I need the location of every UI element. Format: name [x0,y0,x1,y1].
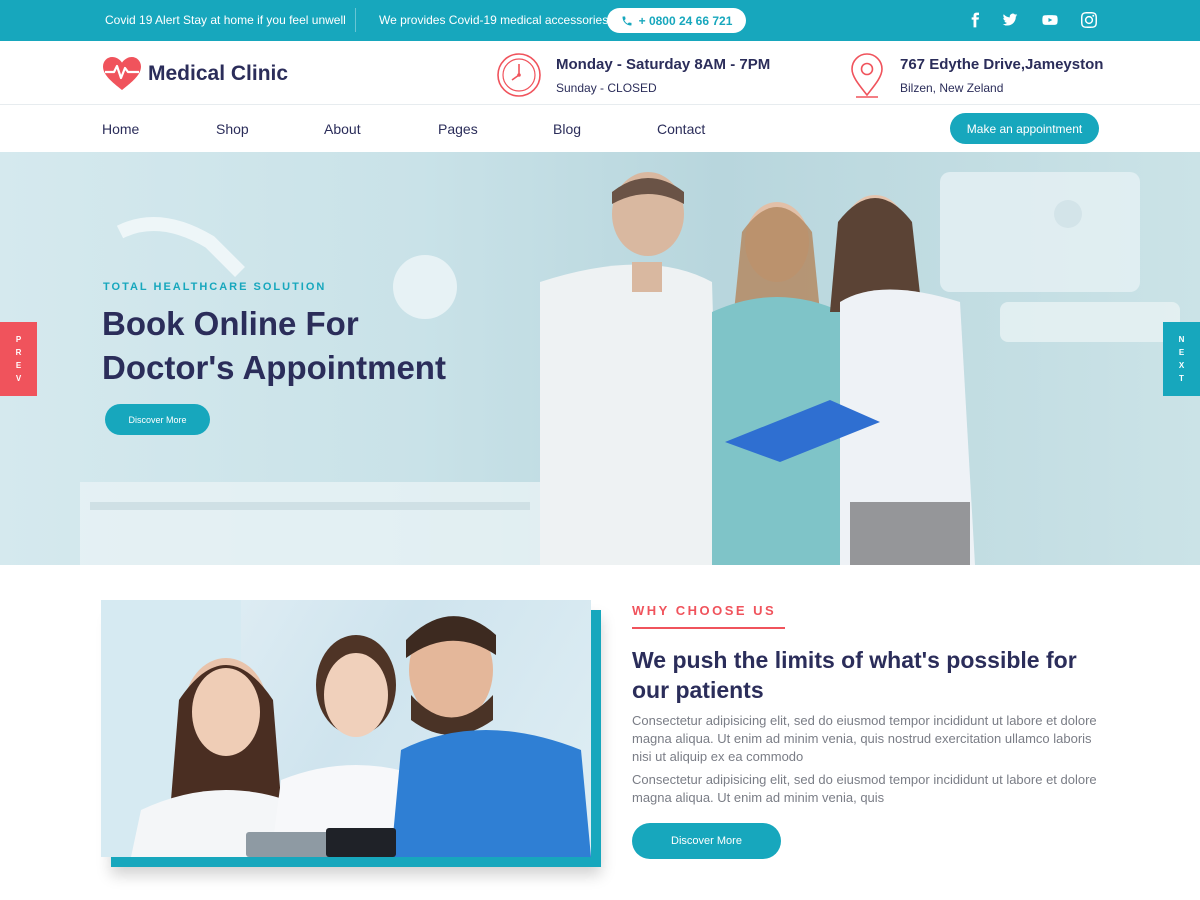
hero-title-line-2: Doctor's Appointment [102,349,446,386]
hero-title-line-1: Book Online For [102,305,359,342]
heart-pulse-icon [103,57,141,90]
nav-item-contact[interactable]: Contact [657,121,705,137]
next-letter: X [1178,361,1185,370]
hours-subtitle: Sunday - CLOSED [556,81,657,95]
top-bar-divider [355,8,356,32]
hero-title: Book Online For Doctor's Appointment [102,302,522,390]
doctors-team-image [101,600,591,857]
site-header: Medical Clinic Monday - Saturday 8AM - 7… [0,41,1200,105]
slider-prev-button[interactable]: P R E V [0,322,37,396]
covid-alert-text: Covid 19 Alert Stay at home if you feel … [105,13,346,27]
phone-link[interactable]: + 0800 24 66 721 [607,8,746,33]
youtube-link[interactable] [1041,12,1059,28]
phone-icon [622,16,632,25]
why-eyebrow: WHY CHOOSE US [632,603,777,618]
youtube-icon [1042,15,1058,25]
hero-discover-more-button[interactable]: Discover More [105,404,210,435]
address-subtitle: Bilzen, New Zeland [900,81,1004,95]
instagram-link[interactable] [1080,12,1098,28]
next-letter: T [1179,374,1184,383]
doctors-team-illustration [101,600,591,857]
clock-icon [497,53,541,97]
site-logo[interactable]: Medical Clinic [102,56,288,92]
hero-slider: TOTAL HEALTHCARE SOLUTION Book Online Fo… [0,152,1200,565]
prev-letter: P [15,335,22,344]
why-choose-photo [101,600,601,867]
why-paragraph-2: Consectetur adipisicing elit, sed do eiu… [632,772,1097,805]
nav-item-about[interactable]: About [324,121,361,137]
logo-name: Medical Clinic [148,62,289,85]
why-eyebrow-underline [632,627,785,629]
opening-hours: Monday - Saturday 8AM - 7PM Sunday - CLO… [496,52,770,98]
nav-item-shop[interactable]: Shop [216,121,249,137]
make-appointment-button[interactable]: Make an appointment [950,113,1099,144]
why-title: We push the limits of what's possible fo… [632,647,1077,703]
prev-letter: R [15,348,22,357]
covid-accessories-text: We provides Covid-19 medical accessories [379,13,609,27]
hours-title: Monday - Saturday 8AM - 7PM [556,56,771,73]
address-block: 767 Edythe Drive,Jameyston Bilzen, New Z… [848,52,1103,98]
facebook-link[interactable] [966,12,984,28]
instagram-icon [1081,12,1097,28]
twitter-icon [1002,13,1018,26]
nav-item-home[interactable]: Home [102,121,139,137]
nav-item-pages[interactable]: Pages [438,121,478,137]
address-title: 767 Edythe Drive,Jameyston [900,56,1104,73]
twitter-link[interactable] [1001,12,1019,28]
why-paragraph-1: Consectetur adipisicing elit, sed do eiu… [632,713,1097,764]
prev-letter: V [15,374,22,383]
top-bar: Covid 19 Alert Stay at home if you feel … [0,0,1200,41]
why-discover-more-button[interactable]: Discover More [632,823,781,859]
location-pin-icon [851,53,883,98]
next-letter: N [1178,335,1185,344]
phone-number: + 0800 24 66 721 [638,13,733,28]
hero-eyebrow: TOTAL HEALTHCARE SOLUTION [103,281,327,293]
next-letter: E [1178,348,1185,357]
nav-item-blog[interactable]: Blog [553,121,581,137]
facebook-icon [971,12,979,28]
prev-letter: E [15,361,22,370]
main-nav: Home Shop About Pages Blog Contact Make … [0,106,1200,152]
slider-next-button[interactable]: N E X T [1163,322,1200,396]
